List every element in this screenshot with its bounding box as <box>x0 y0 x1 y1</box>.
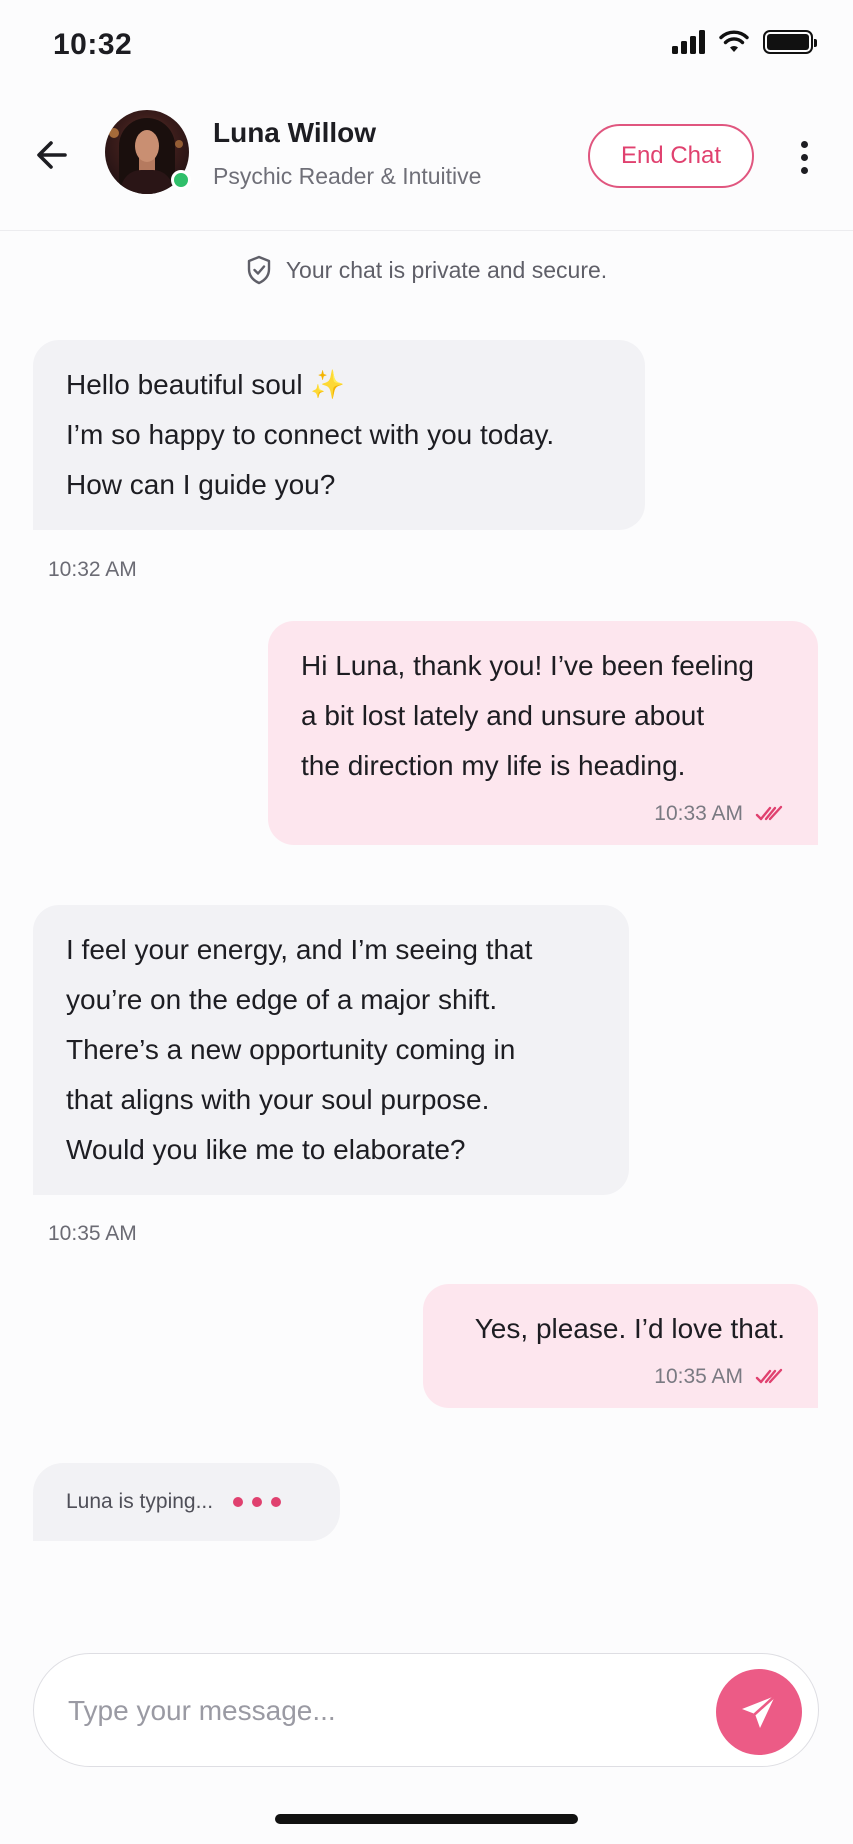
message-line: you’re on the edge of a major shift. <box>66 984 498 1015</box>
message-timestamp: 10:33 AM <box>654 802 743 825</box>
privacy-note: Your chat is private and secure. <box>0 255 853 285</box>
contact-role: Psychic Reader & Intuitive <box>213 163 482 189</box>
more-vertical-icon <box>800 140 808 148</box>
privacy-text: Your chat is private and secure. <box>285 256 608 283</box>
shield-check-icon <box>247 255 271 285</box>
message-line: Hello beautiful soul ✨ <box>66 369 346 400</box>
more-options-button[interactable] <box>786 133 822 181</box>
message-composer <box>33 1653 819 1767</box>
chat-header: Luna Willow Psychic Reader & Intuitive E… <box>0 95 853 231</box>
message-line: a bit lost lately and unsure about <box>301 700 705 731</box>
message-bubble-incoming: Hello beautiful soul ✨ I’m so happy to c… <box>33 340 645 530</box>
message-meta: 10:33 AM <box>301 799 785 829</box>
message-line: Yes, please. I’d love that. <box>474 1313 785 1344</box>
contact-avatar[interactable] <box>105 110 191 194</box>
double-check-read-icon <box>755 805 783 821</box>
battery-icon <box>763 30 817 54</box>
end-chat-button[interactable]: End Chat <box>588 124 754 188</box>
status-time: 10:32 <box>53 28 133 61</box>
message-timestamp: 10:35 AM <box>48 1222 137 1245</box>
message-bubble-outgoing: Yes, please. I’d love that. 10:35 AM <box>423 1284 818 1408</box>
message-line: Would you like me to elaborate? <box>66 1134 466 1165</box>
arrow-left-icon <box>37 141 67 169</box>
message-line: There’s a new opportunity coming in <box>66 1034 516 1065</box>
double-check-read-icon <box>755 1368 783 1384</box>
status-icons <box>672 30 817 54</box>
message-line: I’m so happy to connect with you today. <box>66 419 555 450</box>
paper-plane-icon <box>742 1694 777 1728</box>
cellular-signal-icon <box>672 30 705 54</box>
message-bubble-incoming: I feel your energy, and I’m seeing that … <box>33 905 629 1195</box>
message-line: the direction my life is heading. <box>301 750 686 781</box>
message-timestamp: 10:35 AM <box>654 1365 743 1388</box>
contact-name: Luna Willow <box>213 117 377 148</box>
typing-dots-icon <box>233 1497 282 1507</box>
message-bubble-outgoing: Hi Luna, thank you! I’ve been feeling a … <box>268 621 818 845</box>
message-meta: 10:35 AM <box>456 1362 785 1392</box>
send-button[interactable] <box>716 1669 802 1755</box>
wifi-icon <box>719 30 749 52</box>
status-bar: 10:32 <box>0 0 853 95</box>
message-line: How can I guide you? <box>66 469 336 500</box>
message-line: Hi Luna, thank you! I’ve been feeling <box>301 650 754 681</box>
home-indicator[interactable] <box>275 1814 578 1824</box>
message-input[interactable] <box>68 1684 688 1738</box>
online-status-dot <box>171 170 191 190</box>
message-line: I feel your energy, and I’m seeing that <box>66 934 533 965</box>
typing-indicator: Luna is typing... <box>33 1463 340 1541</box>
message-line: that aligns with your soul purpose. <box>66 1084 490 1115</box>
back-button[interactable] <box>28 131 76 179</box>
message-timestamp: 10:32 AM <box>48 558 137 581</box>
typing-text: Luna is typing... <box>66 1490 214 1513</box>
